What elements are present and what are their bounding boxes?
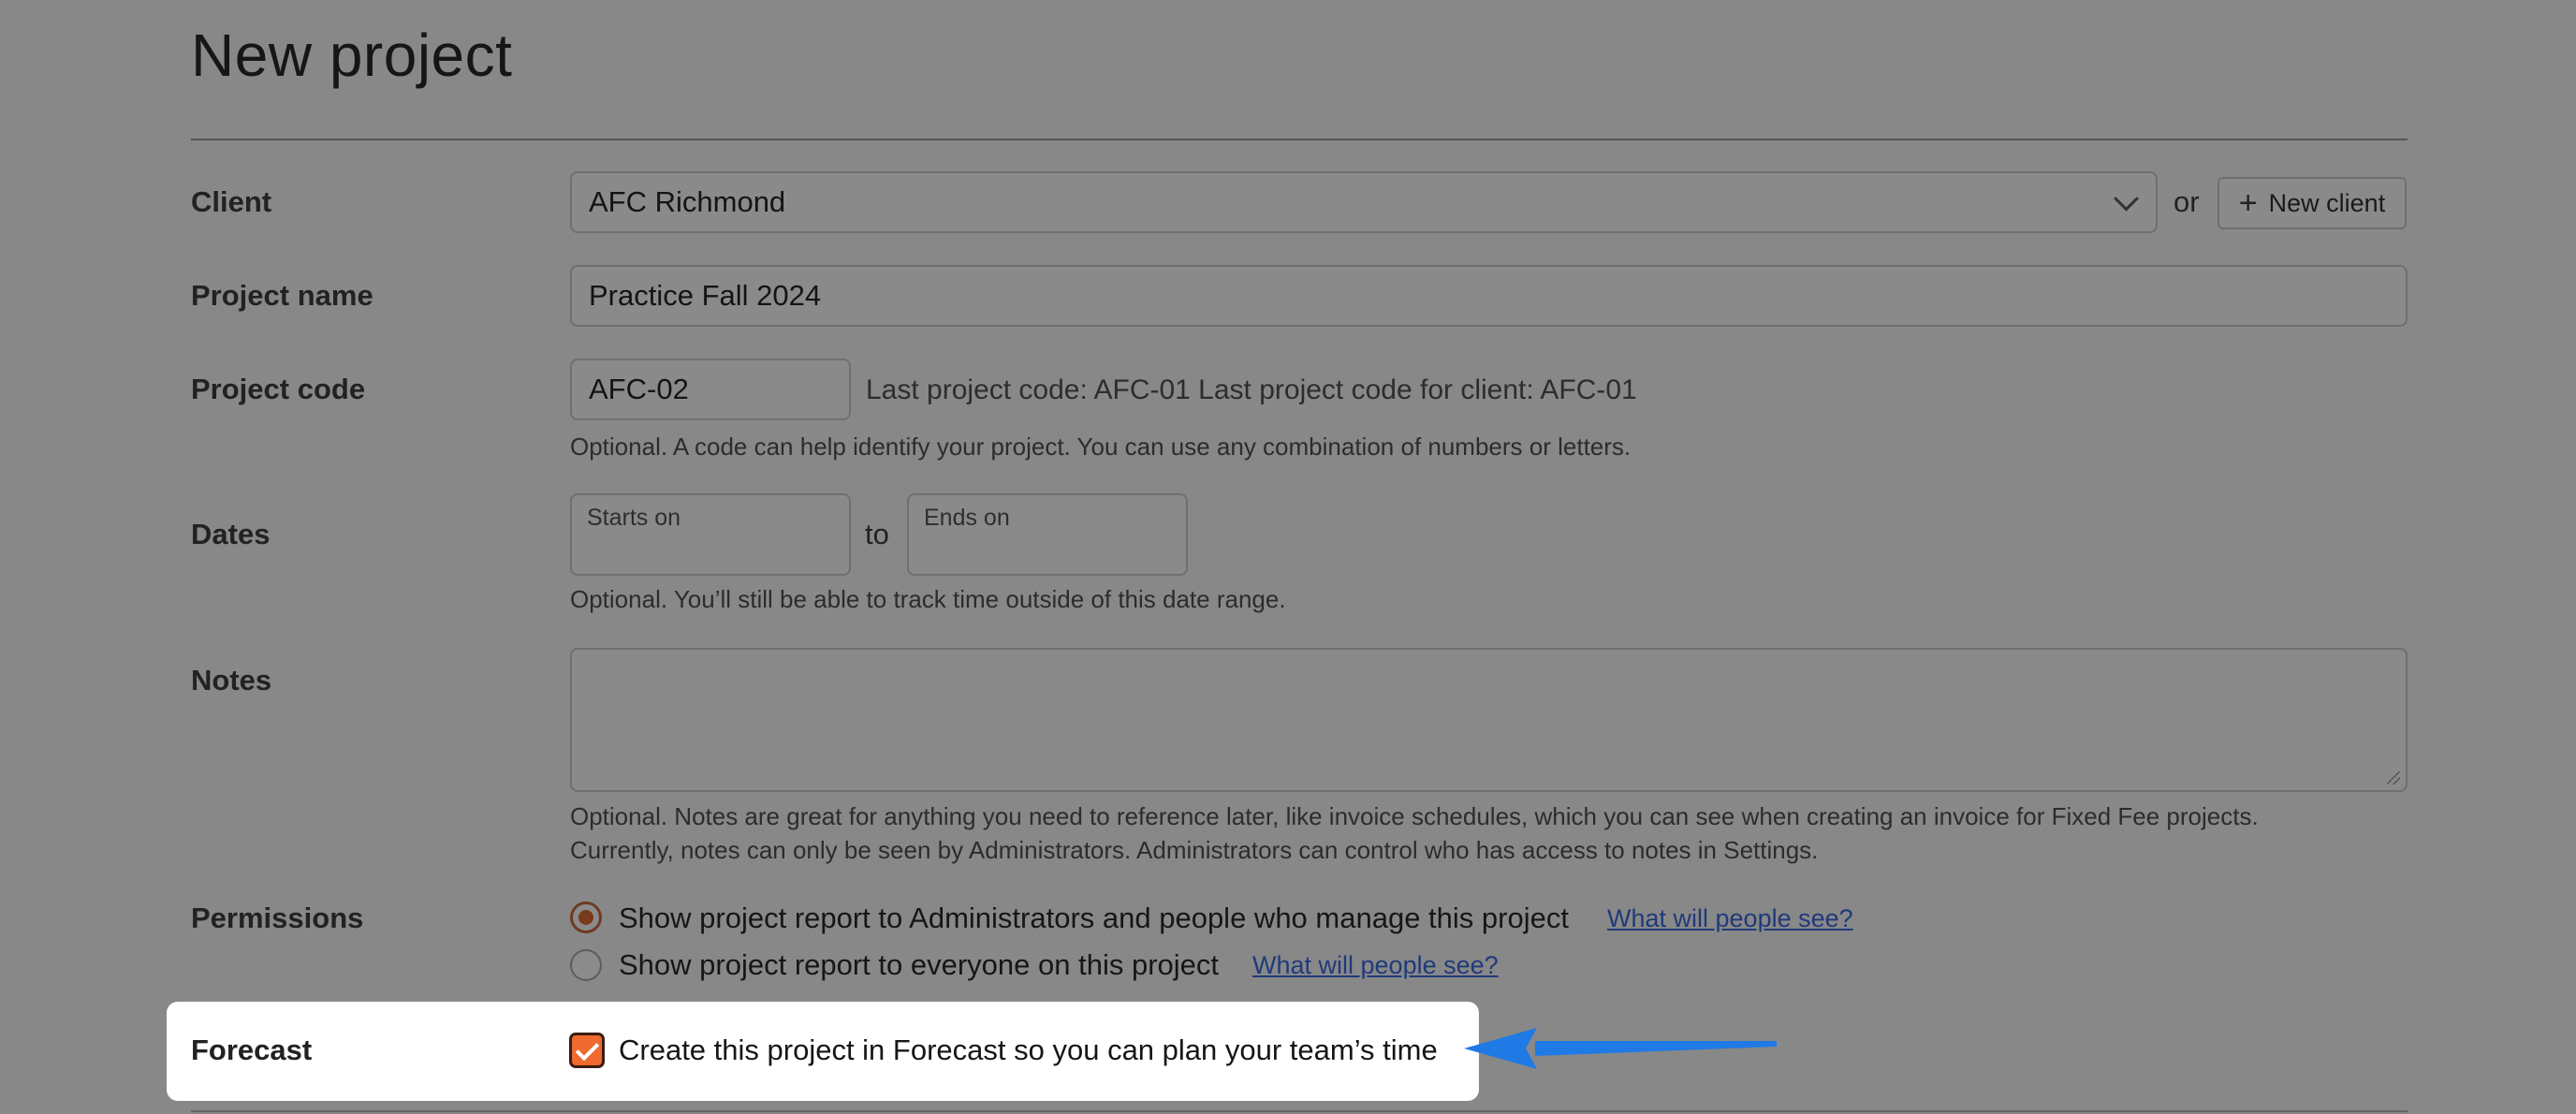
plus-icon: + [2238, 185, 2258, 221]
client-label: Client [191, 185, 272, 218]
what-will-people-see-link[interactable]: What will people see? [1607, 904, 1853, 933]
arrow-head [1464, 1028, 1537, 1069]
dates-label: Dates [191, 518, 271, 550]
forecast-checkbox-text: Create this project in Forecast so you c… [619, 1033, 1438, 1066]
notes-hint-line2: Currently, notes can only be seen by Adm… [570, 836, 1819, 864]
project-code-value: AFC-02 [589, 373, 689, 405]
last-project-code-text: Last project code: AFC-01 Last project c… [866, 374, 1637, 405]
new-client-label: New client [2268, 188, 2386, 217]
arrow-shaft [1535, 1041, 1777, 1056]
project-name-input[interactable]: Practice Fall 2024 [570, 265, 2408, 327]
footer-divider [191, 1110, 2408, 1112]
permission-radio-everyone[interactable] [570, 949, 602, 981]
client-select[interactable]: AFC Richmond [570, 171, 2158, 233]
new-client-button[interactable]: + New client [2217, 177, 2407, 229]
forecast-checkbox[interactable] [569, 1033, 605, 1068]
what-will-people-see-link[interactable]: What will people see? [1252, 951, 1499, 980]
notes-hint-line1: Optional. Notes are great for anything y… [570, 802, 2259, 830]
end-date-input[interactable]: Ends on [907, 493, 1188, 576]
project-name-label: Project name [191, 279, 373, 312]
arrow-annotation-icon [1464, 1028, 1777, 1069]
start-date-placeholder: Starts on [587, 505, 681, 531]
project-code-label: Project code [191, 373, 366, 405]
page-title: New project [191, 22, 513, 89]
permission-option-everyone-text: Show project report to everyone on this … [619, 948, 1220, 981]
or-text: or [2174, 185, 2200, 218]
notes-label: Notes [191, 664, 272, 696]
client-select-value: AFC Richmond [589, 185, 786, 218]
permission-option-admins-text: Show project report to Administrators an… [619, 901, 1569, 934]
permission-radio-admins[interactable] [570, 901, 602, 933]
notes-textarea[interactable] [570, 648, 2408, 792]
project-name-value: Practice Fall 2024 [589, 279, 822, 312]
chevron-down-icon [2114, 185, 2139, 212]
dates-to-text: to [865, 518, 889, 550]
resize-handle-icon[interactable] [2387, 771, 2400, 784]
dates-hint: Optional. You’ll still be able to track … [570, 585, 1286, 613]
permissions-label: Permissions [191, 901, 364, 934]
project-code-input[interactable]: AFC-02 [570, 359, 851, 420]
start-date-input[interactable]: Starts on [570, 493, 851, 576]
project-code-hint: Optional. A code can help identify your … [570, 432, 1632, 461]
end-date-placeholder: Ends on [924, 505, 1010, 531]
forecast-label: Forecast [191, 1033, 313, 1066]
header-divider [191, 139, 2408, 140]
